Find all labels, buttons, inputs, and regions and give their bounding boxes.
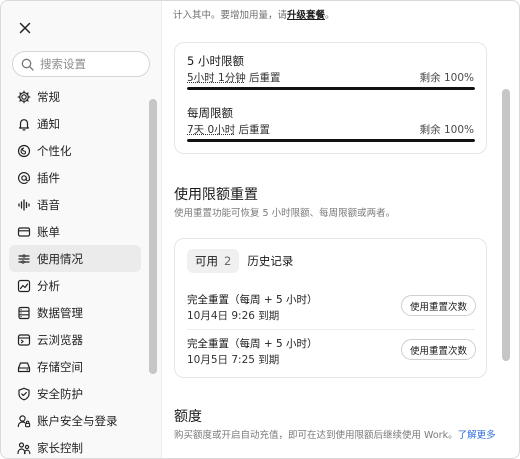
weekly-reset-suffix: 后重置 xyxy=(235,124,271,136)
tab-history-label: 历史记录 xyxy=(247,254,294,268)
credit-desc-text: 购买额度或开启自动充值，即可在达到使用限额后继续使用 Work。 xyxy=(174,430,458,441)
sidebar-item-label: 通知 xyxy=(37,116,60,131)
reset-card: 可用 2 历史记录 完全重置（每周 + 5 小时） 10月4日 9:26 到期 使… xyxy=(174,238,487,378)
personalize-icon xyxy=(17,144,31,158)
tab-available[interactable]: 可用 2 xyxy=(187,249,240,273)
sidebar-item-label: 家长控制 xyxy=(37,440,83,455)
sidebar-item-label: 账户安全与登录 xyxy=(37,413,118,428)
browser-icon xyxy=(17,333,31,347)
reset-section-title: 使用限额重置 xyxy=(174,187,258,203)
sidebar-scrollbar[interactable] xyxy=(149,99,157,374)
sidebar-item-label: 插件 xyxy=(37,170,60,185)
reset-section-desc: 使用重置功能可恢复 5 小时限额、每周限额或两者。 xyxy=(174,208,396,219)
sidebar-item-analytics[interactable]: 分析 xyxy=(9,272,141,299)
sidebar-item-label: 云浏览器 xyxy=(37,332,83,347)
reset-item-expiry: 10月4日 9:26 到期 xyxy=(187,310,280,322)
credit-section-desc: 购买额度或开启自动充值，即可在达到使用限额后继续使用 Work。了解更多 xyxy=(174,427,496,441)
five-hour-reset-info: 5小时 1分钟 后重置 xyxy=(187,70,281,85)
five-hour-reset-time: 5小时 1分钟 xyxy=(187,72,246,84)
sidebar-item-parental-controls[interactable]: 家长控制 xyxy=(9,434,141,458)
sidebar-item-cloud-browser[interactable]: 云浏览器 xyxy=(9,326,141,353)
sidebar-item-account-security[interactable]: 账户安全与登录 xyxy=(9,407,141,434)
sidebar-item-label: 安全防护 xyxy=(37,386,83,401)
weekly-reset-time: 7天 0小时 xyxy=(187,124,236,136)
upgrade-note-text: 计入其中。要增加用量，请 xyxy=(173,10,288,21)
weekly-progress-bar xyxy=(187,139,475,142)
use-reset-button[interactable]: 使用重置次数 xyxy=(400,339,476,360)
sidebar-item-usage[interactable]: 使用情况 xyxy=(9,245,141,272)
usage-panel: 计入其中。要增加用量，请升级套餐。 5 小时限额 5小时 1分钟 后重置 剩余 … xyxy=(163,1,519,458)
tab-history[interactable]: 历史记录 xyxy=(239,249,301,273)
database-icon xyxy=(17,306,31,320)
credit-section-title: 额度 xyxy=(174,409,202,425)
main-scrollbar[interactable] xyxy=(502,89,510,361)
sidebar-item-label: 使用情况 xyxy=(37,251,83,266)
five-hour-progress-bar xyxy=(187,87,475,90)
upgrade-note: 计入其中。要增加用量，请升级套餐。 xyxy=(173,7,335,21)
five-hour-limit-title: 5 小时限额 xyxy=(187,54,244,68)
sidebar-item-label: 数据管理 xyxy=(37,305,83,320)
storage-icon xyxy=(17,360,31,374)
parental-icon xyxy=(17,441,31,455)
waveform-icon xyxy=(17,198,31,212)
close-icon xyxy=(19,22,31,34)
card-icon xyxy=(17,225,31,239)
sidebar-item-label: 存储空间 xyxy=(37,359,83,374)
tab-available-label: 可用 xyxy=(195,254,218,268)
close-button[interactable] xyxy=(15,18,35,38)
search-box[interactable] xyxy=(12,51,150,77)
sidebar-item-label: 个性化 xyxy=(37,143,72,158)
account-lock-icon xyxy=(17,414,31,428)
use-reset-button[interactable]: 使用重置次数 xyxy=(400,295,476,316)
sidebar-item-billing[interactable]: 账单 xyxy=(9,218,141,245)
reset-item-expiry: 10月5日 7:25 到期 xyxy=(187,354,280,366)
search-icon xyxy=(21,58,34,71)
five-hour-progress-fill xyxy=(187,87,475,90)
sidebar-item-storage[interactable]: 存储空间 xyxy=(9,353,141,380)
sidebar-item-label: 语音 xyxy=(37,197,60,212)
sidebar-nav: 常规 通知 个性化 插件 语音 账单 使用情况 分析 数据管理 云浏览器 存储空… xyxy=(9,83,141,458)
weekly-progress-fill xyxy=(187,139,475,142)
tab-available-count: 2 xyxy=(224,254,232,268)
reset-item-title: 完全重置（每周 + 5 小时） xyxy=(187,338,318,350)
at-icon xyxy=(17,171,31,185)
settings-window: 常规 通知 个性化 插件 xyxy=(0,0,520,459)
sidebar-item-label: 账单 xyxy=(37,224,60,239)
reset-item: 完全重置（每周 + 5 小时） 10月5日 7:25 到期 使用重置次数 xyxy=(175,330,486,374)
sidebar-item-plugins[interactable]: 插件 xyxy=(9,164,141,191)
sidebar-item-label: 分析 xyxy=(37,278,60,293)
weekly-remaining: 剩余 100% xyxy=(419,124,474,136)
five-hour-remaining: 剩余 100% xyxy=(419,72,474,84)
shield-icon xyxy=(17,387,31,401)
sidebar-item-voice[interactable]: 语音 xyxy=(9,191,141,218)
usage-limits-card: 5 小时限额 5小时 1分钟 后重置 剩余 100% 每周限额 7天 0小时 后… xyxy=(174,42,487,154)
sidebar-item-notifications[interactable]: 通知 xyxy=(9,110,141,137)
gear-icon xyxy=(17,90,31,104)
reset-item: 完全重置（每周 + 5 小时） 10月4日 9:26 到期 使用重置次数 xyxy=(175,286,486,330)
sidebar-item-general[interactable]: 常规 xyxy=(9,83,141,110)
learn-more-link[interactable]: 了解更多 xyxy=(458,430,496,441)
five-hour-reset-suffix: 后重置 xyxy=(245,72,281,84)
usage-icon xyxy=(17,252,31,266)
upgrade-plan-link[interactable]: 升级套餐 xyxy=(287,10,325,21)
weekly-reset-info: 7天 0小时 后重置 xyxy=(187,122,270,137)
reset-tabs: 可用 2 历史记录 xyxy=(187,249,301,273)
reset-item-title: 完全重置（每周 + 5 小时） xyxy=(187,294,318,306)
settings-sidebar: 常规 通知 个性化 插件 xyxy=(1,1,162,458)
weekly-limit-title: 每周限额 xyxy=(187,106,233,120)
chart-icon xyxy=(17,279,31,293)
bell-icon xyxy=(17,117,31,131)
sidebar-item-security[interactable]: 安全防护 xyxy=(9,380,141,407)
sidebar-item-data-controls[interactable]: 数据管理 xyxy=(9,299,141,326)
sidebar-item-label: 常规 xyxy=(37,89,60,104)
upgrade-note-suffix: 。 xyxy=(325,10,335,21)
search-input[interactable] xyxy=(40,57,145,71)
sidebar-item-personalization[interactable]: 个性化 xyxy=(9,137,141,164)
